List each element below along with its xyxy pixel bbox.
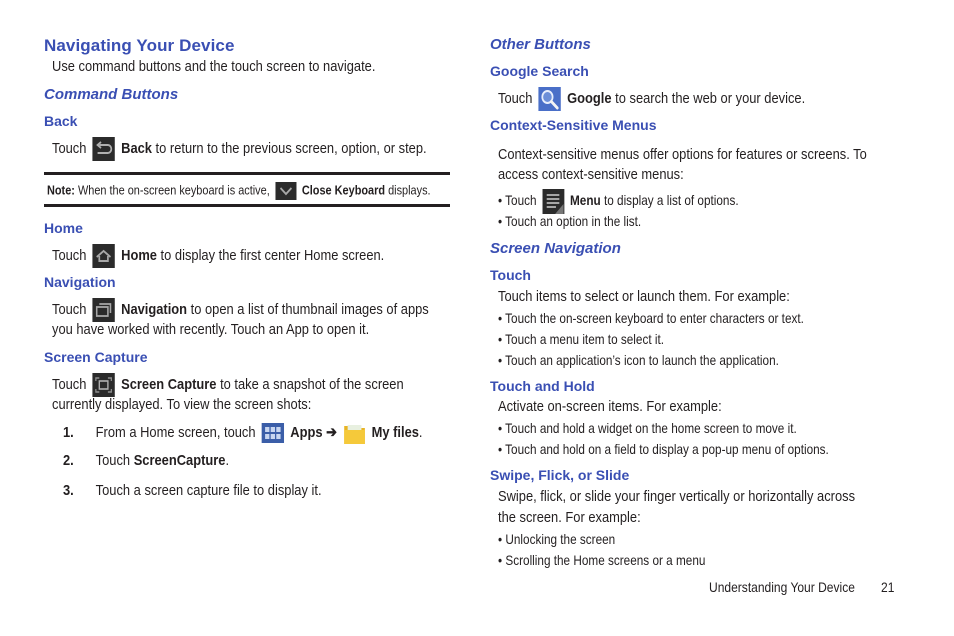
subheading-back: Back [44,113,78,129]
note-label: Note: [47,182,75,198]
screen-capture-icon [92,373,115,397]
touch-word: Touch [52,246,87,264]
step-number: 2. [63,452,74,469]
touch-bullet: • Touch an application’s icon to launch … [498,352,779,368]
touch-word: Touch [498,89,533,107]
step-number: 3. [63,482,74,499]
subheading-home: Home [44,220,83,236]
subheading-context-sensitive-menus: Context-Sensitive Menus [490,117,657,133]
section-heading-command-buttons: Command Buttons [44,86,179,103]
recent-apps-icon [92,298,115,322]
step-text: From a Home screen, touch [95,423,256,441]
touch-hold-intro: Activate on-screen items. For example: [498,398,722,415]
home-description: Touch Home to display the first center H… [52,244,384,268]
back-label: Back [121,139,152,157]
context-bullet-1: • Touch Menu to display a list of option… [498,189,739,214]
my-files-label: My files [371,423,419,441]
screen-capture-description: Touch Screen Capture to take a snapshot … [52,373,404,397]
subheading-swipe: Swipe, Flick, or Slide [490,467,630,483]
bullet-text-end: to display a list of options. [603,192,739,209]
touch-hold-bullet: • Touch and hold on a field to display a… [498,441,829,457]
touch-bullet: • Touch a menu item to select it. [498,331,665,347]
my-files-folder-icon [343,421,365,445]
menu-icon [542,189,565,214]
navigation-text: to open a list of thumbnail images of ap… [190,300,429,318]
note-text: When the on-screen keyboard is active, [77,182,270,198]
page-title: Navigating Your Device [44,36,235,55]
section-heading-other-buttons: Other Buttons [490,36,591,53]
note-bottom-rule [44,204,450,207]
subheading-screen-capture: Screen Capture [44,349,148,365]
intro-text: Use command buttons and the touch screen… [52,58,376,75]
back-description: Touch Back to return to the previous scr… [52,137,427,161]
footer-section-title: Understanding Your Device [709,579,855,595]
step-text: Touch a screen capture file to display i… [95,482,322,499]
screen-capture-label: Screen Capture [121,375,217,393]
apps-icon [261,423,285,443]
page-number: 21 [881,579,895,595]
subheading-navigation: Navigation [44,274,116,290]
context-line-2: access context-sensitive menus: [498,166,684,183]
note-top-rule [44,172,450,175]
google-description: Touch Google to search the web or your d… [498,87,805,111]
step-3: 3. Touch a screen capture file to display… [63,482,322,499]
note: Note: When the on-screen keyboard is act… [47,182,431,200]
context-line-1: Context-sensitive menus offer options fo… [498,146,867,163]
menu-label: Menu [569,192,601,209]
step-2: 2. Touch ScreenCapture. [63,452,229,469]
back-text: to return to the previous screen, option… [155,139,427,157]
home-label: Home [121,246,157,264]
google-label: Google [567,89,612,107]
touch-word: Touch [52,300,87,318]
arrow-icon: ➔ [326,423,337,441]
swipe-bullet: • Scrolling the Home screens or a menu [498,552,706,568]
step-number: 1. [63,423,74,441]
bullet-text: • Touch [498,192,537,209]
subheading-google-search: Google Search [490,63,589,79]
close-keyboard-label: Close Keyboard [301,182,386,198]
punctuation: . [225,452,230,469]
screen-capture-text: to take a snapshot of the screen [220,375,404,393]
swipe-line-2: the screen. For example: [498,509,641,526]
touch-word: Touch [52,375,87,393]
screen-capture-description-line2: currently displayed. To view the screen … [52,396,312,413]
home-text: to display the first center Home screen. [160,246,385,264]
step-text: Touch [95,452,131,469]
subheading-touch-and-hold: Touch and Hold [490,378,595,394]
navigation-description: Touch Navigation to open a list of thumb… [52,298,429,322]
step-1: 1. From a Home screen, touch Apps ➔ My fi… [63,421,423,445]
google-text: to search the web or your device. [615,89,806,107]
apps-label: Apps [290,423,323,441]
subheading-touch: Touch [490,267,531,283]
touch-bullet: • Touch the on-screen keyboard to enter … [498,310,804,326]
close-keyboard-icon [275,182,297,200]
note-text-end: displays. [388,182,431,198]
touch-hold-bullet: • Touch and hold a widget on the home sc… [498,420,797,436]
home-icon [92,244,115,268]
navigation-label: Navigation [121,300,188,318]
touch-word: Touch [52,139,87,157]
google-search-icon [538,87,561,111]
screencapture-folder-label: ScreenCapture [133,452,226,469]
swipe-line-1: Swipe, flick, or slide your finger verti… [498,488,856,505]
section-heading-screen-navigation: Screen Navigation [490,240,621,257]
navigation-description-line2: you have worked with recently. Touch an … [52,321,370,338]
back-icon [92,137,115,161]
punctuation: . [418,423,423,441]
context-bullet-2: • Touch an option in the list. [498,213,642,229]
swipe-bullet: • Unlocking the screen [498,531,616,547]
touch-intro: Touch items to select or launch them. Fo… [498,288,790,305]
